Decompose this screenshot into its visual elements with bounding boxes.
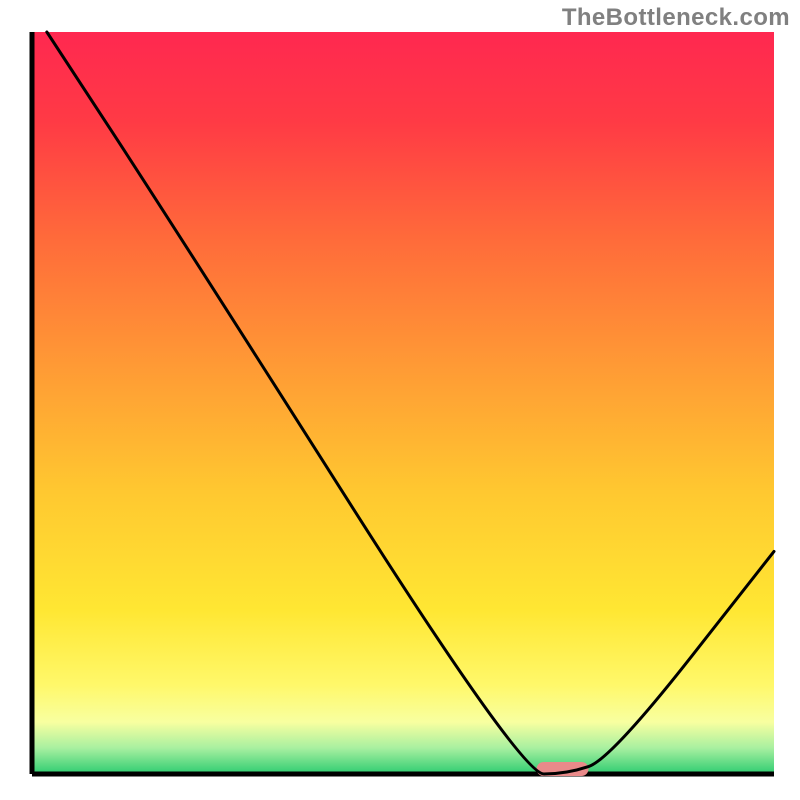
plot-background	[32, 32, 774, 774]
bottleneck-chart	[0, 0, 800, 800]
chart-stage: TheBottleneck.com	[0, 0, 800, 800]
